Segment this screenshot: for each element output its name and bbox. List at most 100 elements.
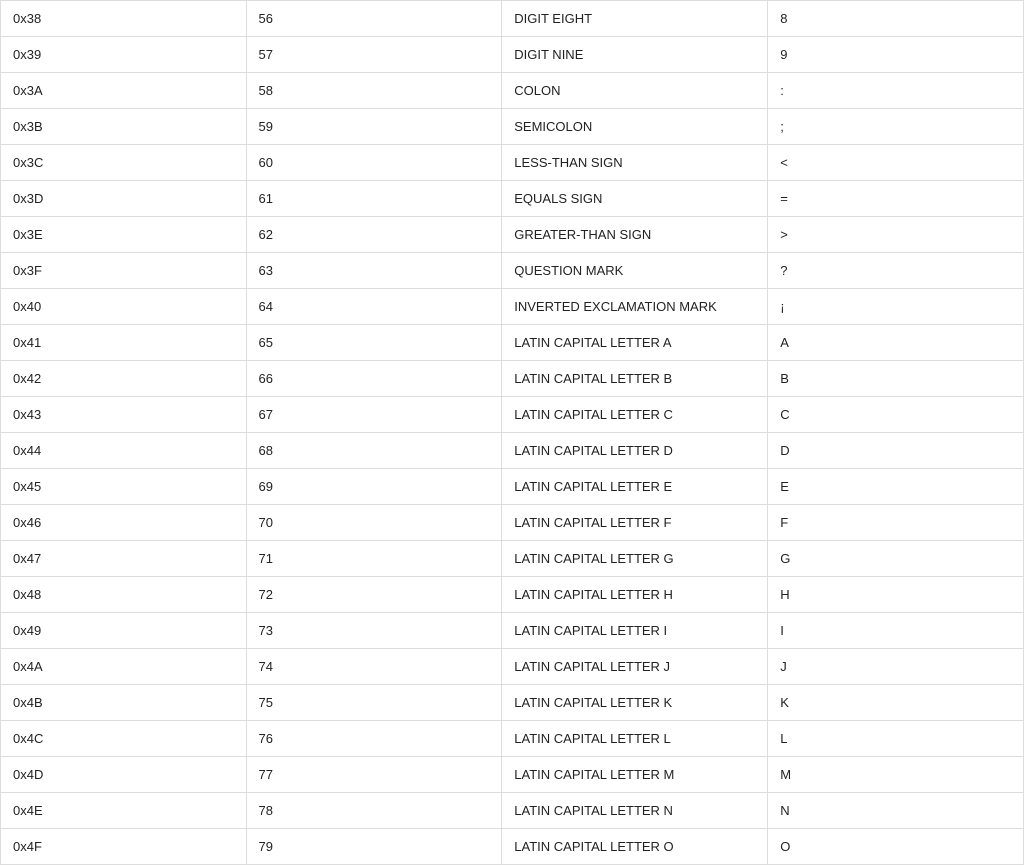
cell-name: LATIN CAPITAL LETTER F [502, 505, 768, 541]
cell-hex: 0x39 [1, 37, 247, 73]
table-row: 0x3D61EQUALS SIGN= [1, 181, 1024, 217]
cell-char: O [768, 829, 1024, 865]
cell-char: I [768, 613, 1024, 649]
cell-name: LATIN CAPITAL LETTER K [502, 685, 768, 721]
cell-char: K [768, 685, 1024, 721]
table-row: 0x4B75LATIN CAPITAL LETTER KK [1, 685, 1024, 721]
table-body: 0x3856DIGIT EIGHT80x3957DIGIT NINE90x3A5… [1, 1, 1024, 865]
table-row: 0x4266LATIN CAPITAL LETTER BB [1, 361, 1024, 397]
cell-name: LATIN CAPITAL LETTER B [502, 361, 768, 397]
cell-name: LATIN CAPITAL LETTER H [502, 577, 768, 613]
table-row: 0x4367LATIN CAPITAL LETTER CC [1, 397, 1024, 433]
cell-dec: 76 [246, 721, 502, 757]
cell-dec: 62 [246, 217, 502, 253]
cell-char: F [768, 505, 1024, 541]
cell-name: LATIN CAPITAL LETTER E [502, 469, 768, 505]
cell-hex: 0x45 [1, 469, 247, 505]
cell-hex: 0x3B [1, 109, 247, 145]
cell-name: DIGIT EIGHT [502, 1, 768, 37]
cell-name: LATIN CAPITAL LETTER C [502, 397, 768, 433]
cell-char: G [768, 541, 1024, 577]
cell-char: C [768, 397, 1024, 433]
table-row: 0x4670LATIN CAPITAL LETTER FF [1, 505, 1024, 541]
cell-char: N [768, 793, 1024, 829]
table-row: 0x4D77LATIN CAPITAL LETTER MM [1, 757, 1024, 793]
cell-hex: 0x4E [1, 793, 247, 829]
cell-hex: 0x49 [1, 613, 247, 649]
cell-dec: 63 [246, 253, 502, 289]
table-row: 0x4872LATIN CAPITAL LETTER HH [1, 577, 1024, 613]
cell-hex: 0x4F [1, 829, 247, 865]
cell-hex: 0x38 [1, 1, 247, 37]
cell-char: ; [768, 109, 1024, 145]
table-row: 0x4F79LATIN CAPITAL LETTER OO [1, 829, 1024, 865]
cell-char: ¡ [768, 289, 1024, 325]
cell-dec: 60 [246, 145, 502, 181]
cell-name: LATIN CAPITAL LETTER D [502, 433, 768, 469]
cell-dec: 56 [246, 1, 502, 37]
table-row: 0x4771LATIN CAPITAL LETTER GG [1, 541, 1024, 577]
cell-hex: 0x41 [1, 325, 247, 361]
cell-hex: 0x3F [1, 253, 247, 289]
cell-dec: 59 [246, 109, 502, 145]
cell-char: E [768, 469, 1024, 505]
cell-name: LATIN CAPITAL LETTER O [502, 829, 768, 865]
cell-hex: 0x47 [1, 541, 247, 577]
table-row: 0x4973LATIN CAPITAL LETTER II [1, 613, 1024, 649]
table-row: 0x3E62GREATER-THAN SIGN> [1, 217, 1024, 253]
table-row: 0x3957DIGIT NINE9 [1, 37, 1024, 73]
cell-name: SEMICOLON [502, 109, 768, 145]
cell-char: < [768, 145, 1024, 181]
cell-name: EQUALS SIGN [502, 181, 768, 217]
cell-dec: 78 [246, 793, 502, 829]
cell-char: A [768, 325, 1024, 361]
cell-dec: 65 [246, 325, 502, 361]
cell-dec: 74 [246, 649, 502, 685]
cell-name: LATIN CAPITAL LETTER N [502, 793, 768, 829]
cell-name: DIGIT NINE [502, 37, 768, 73]
table-row: 0x3A58COLON: [1, 73, 1024, 109]
cell-dec: 77 [246, 757, 502, 793]
cell-char: = [768, 181, 1024, 217]
cell-hex: 0x4A [1, 649, 247, 685]
cell-name: LATIN CAPITAL LETTER A [502, 325, 768, 361]
cell-dec: 75 [246, 685, 502, 721]
cell-hex: 0x3C [1, 145, 247, 181]
cell-dec: 57 [246, 37, 502, 73]
cell-char: 8 [768, 1, 1024, 37]
cell-hex: 0x43 [1, 397, 247, 433]
table-row: 0x3F63QUESTION MARK? [1, 253, 1024, 289]
cell-dec: 66 [246, 361, 502, 397]
cell-dec: 61 [246, 181, 502, 217]
cell-name: LATIN CAPITAL LETTER G [502, 541, 768, 577]
table-row: 0x4A74LATIN CAPITAL LETTER JJ [1, 649, 1024, 685]
table-row: 0x3B59SEMICOLON; [1, 109, 1024, 145]
cell-name: INVERTED EXCLAMATION MARK [502, 289, 768, 325]
cell-dec: 73 [246, 613, 502, 649]
cell-name: LESS-THAN SIGN [502, 145, 768, 181]
cell-char: J [768, 649, 1024, 685]
cell-hex: 0x40 [1, 289, 247, 325]
cell-hex: 0x46 [1, 505, 247, 541]
cell-name: LATIN CAPITAL LETTER M [502, 757, 768, 793]
cell-dec: 72 [246, 577, 502, 613]
cell-name: LATIN CAPITAL LETTER L [502, 721, 768, 757]
cell-hex: 0x3A [1, 73, 247, 109]
cell-char: 9 [768, 37, 1024, 73]
cell-hex: 0x44 [1, 433, 247, 469]
table-row: 0x4C76LATIN CAPITAL LETTER LL [1, 721, 1024, 757]
cell-dec: 71 [246, 541, 502, 577]
cell-char: M [768, 757, 1024, 793]
cell-dec: 58 [246, 73, 502, 109]
cell-name: LATIN CAPITAL LETTER J [502, 649, 768, 685]
cell-char: > [768, 217, 1024, 253]
cell-char: : [768, 73, 1024, 109]
cell-char: H [768, 577, 1024, 613]
cell-char: D [768, 433, 1024, 469]
cell-hex: 0x48 [1, 577, 247, 613]
table-row: 0x3C60LESS-THAN SIGN< [1, 145, 1024, 181]
cell-char: ? [768, 253, 1024, 289]
cell-char: B [768, 361, 1024, 397]
cell-hex: 0x3E [1, 217, 247, 253]
cell-dec: 68 [246, 433, 502, 469]
